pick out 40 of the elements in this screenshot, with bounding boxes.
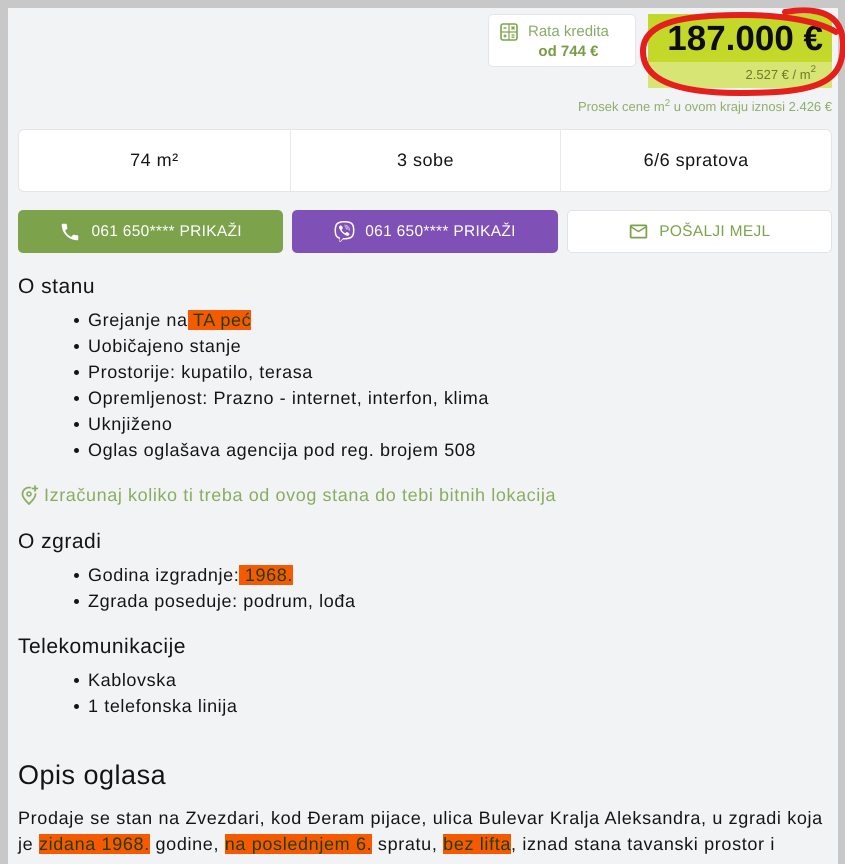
price-per-m2: 2.527 € / m$^{2}$ [648,62,832,88]
bullet-icon [74,396,79,400]
bullet-icon [74,448,79,452]
list-item: Prostorije: kupatilo, terasa [88,361,313,384]
list-item: Godina izgradnje: 1968. [88,564,293,587]
stat-value: 6/6 spratova [644,149,749,172]
bullet-icon [74,678,79,682]
bullet-icon [74,704,79,708]
messenger-call-button[interactable]: 061 650**** PRIKAŽI [292,210,558,253]
bullet-icon [74,572,79,578]
description-text: Prodaje se stan na Zvezdari, kod Đeram pijace, ulica Bulevar Kralja Aleksandra, u zgradi koja je zidana 1968. godine, na poslednjem 6. spratu, bez lifta, iznad stana tavanski prostor i [18,807,824,856]
bullet-icon [74,344,79,348]
section-heading: O zgradi [18,529,102,555]
list-item: Uobičajeno stanje [88,335,242,358]
phone-button[interactable]: 061 650**** PRIKAŽI [18,210,284,253]
pin-plus-icon [20,485,38,505]
loan-rate-card[interactable]: Rata kredita od 744 € [488,14,636,67]
description-heading: Opis oglasa [18,759,166,792]
chat-phone-icon [334,221,356,242]
list-item: Opremljenost: Prazno - internet, interfon, klima [88,387,489,410]
section-heading: O stanu [18,274,96,300]
bullet-icon [74,422,79,426]
list-item: 1 telefonska linija [88,695,238,718]
list-item: Zgrada poseduje: podrum, lođa [88,590,356,613]
section-heading: Telekomunikacije [18,634,186,660]
calculator-icon [500,23,518,41]
bullet-icon [74,318,79,322]
list-item: Kablovska [88,669,176,692]
list-item: Grejanje na TA peć [88,309,252,332]
loan-rate-label: Rata kredita [528,22,609,42]
stat-value: 74 m² [130,149,179,172]
list-item: Uknjiženo [88,413,172,436]
distance-calculator-link[interactable]: Izračunaj koliko ti treba od ovog stana do tebi bitnih lokacija [18,482,556,508]
email-button[interactable]: POŠALJI MEJL [566,210,832,253]
list-item: Oglas oglašava agencija pod reg. brojem 508 [88,439,476,462]
stat-value: 3 sobe [396,149,454,172]
loan-rate-value: od 744 € [538,42,598,62]
bullet-icon [74,598,79,604]
bullet-icon [74,370,79,374]
average-price-note: Prosek cene m$^{2}$ u ovom kraju iznosi 2.426 € [578,99,832,115]
